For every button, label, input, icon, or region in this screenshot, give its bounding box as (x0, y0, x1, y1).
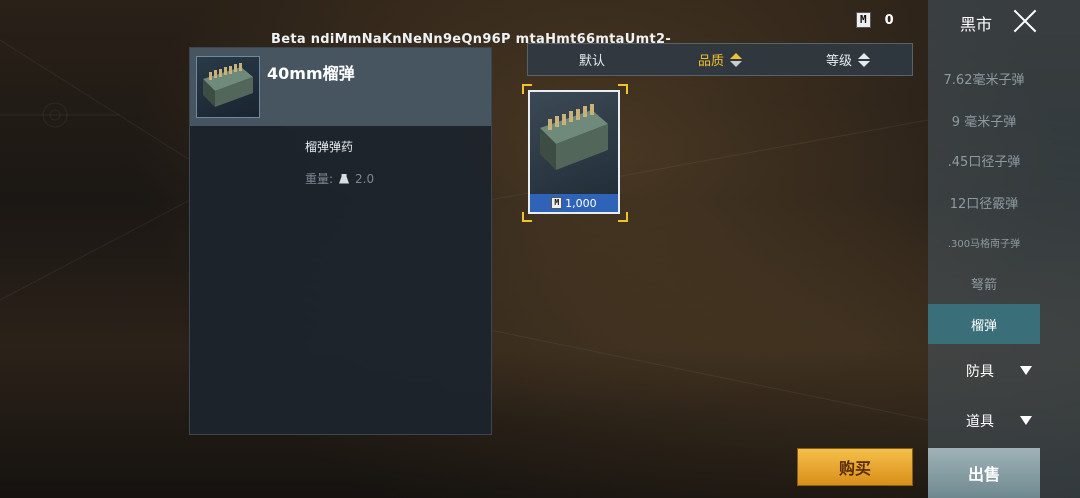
currency-display: M 0 (856, 12, 894, 28)
sidebar-item-45[interactable]: .45口径子弹 (928, 140, 1040, 180)
item-detail-thumbnail (196, 56, 260, 118)
weight-icon (339, 173, 350, 184)
sidebar-item-grenade[interactable]: 榴弹 (928, 304, 1040, 344)
item-title: 40mm榴弹 (267, 64, 355, 83)
item-weight: 重量: 2.0 (305, 170, 374, 187)
sort-quality-label: 品质 (697, 54, 724, 69)
chevron-down-icon (1020, 416, 1032, 425)
ammo-box-icon (540, 104, 608, 170)
sidebar-item-12gauge[interactable]: 12口径霰弹 (928, 182, 1040, 222)
m-coin-icon: M (551, 197, 563, 209)
sort-bar: 默认 品质 等级 (527, 43, 913, 76)
item-detail-header: 40mm榴弹 (190, 48, 491, 126)
sell-button[interactable]: 出售 (928, 448, 1040, 498)
item-price-value: 1,000 (565, 196, 597, 210)
ammo-box-icon (203, 63, 253, 107)
sort-level[interactable]: 等级 (784, 44, 912, 75)
weight-value: 2.0 (355, 171, 375, 186)
sidebar-item-762[interactable]: 7.62毫米子弹 (928, 58, 1040, 98)
sidebar-category-armor[interactable]: 防具 (928, 351, 1080, 391)
sort-default[interactable]: 默认 (528, 44, 656, 75)
weight-label: 重量: (305, 172, 334, 186)
sort-default-label: 默认 (578, 54, 605, 69)
sort-quality[interactable]: 品质 (656, 44, 784, 75)
currency-amount: 0 (884, 12, 894, 28)
sidebar-item-bolts[interactable]: 弩箭 (928, 263, 1040, 303)
item-card[interactable]: M 1,000 (528, 90, 620, 214)
sidebar-item-300mag[interactable]: .300马格南子弹 (928, 222, 1040, 262)
buy-button[interactable]: 购买 (797, 448, 913, 486)
category-label: 防具 (966, 364, 994, 380)
m-coin-icon: M (856, 12, 871, 28)
sidebar-item-9mm[interactable]: 9 毫米子弹 (928, 100, 1040, 140)
item-price: M 1,000 (530, 194, 618, 212)
sort-arrows-icon (858, 52, 870, 67)
category-sidebar: 黑市 7.62毫米子弹 9 毫米子弹 .45口径子弹 12口径霰弹 .300马格… (928, 0, 1080, 498)
sidebar-title: 黑市 (960, 15, 993, 34)
close-icon[interactable] (1012, 8, 1038, 34)
item-detail-panel: 40mm榴弹 榴弹弹药 重量: 2.0 (189, 47, 492, 435)
item-card-selected[interactable]: M 1,000 (522, 84, 628, 222)
sort-arrows-icon (730, 52, 742, 67)
sidebar-category-items[interactable]: 道具 (928, 401, 1080, 441)
item-type: 榴弹弹药 (305, 140, 354, 154)
category-label: 道具 (966, 414, 994, 430)
chevron-down-icon (1020, 366, 1032, 375)
sort-level-label: 等级 (825, 54, 852, 69)
